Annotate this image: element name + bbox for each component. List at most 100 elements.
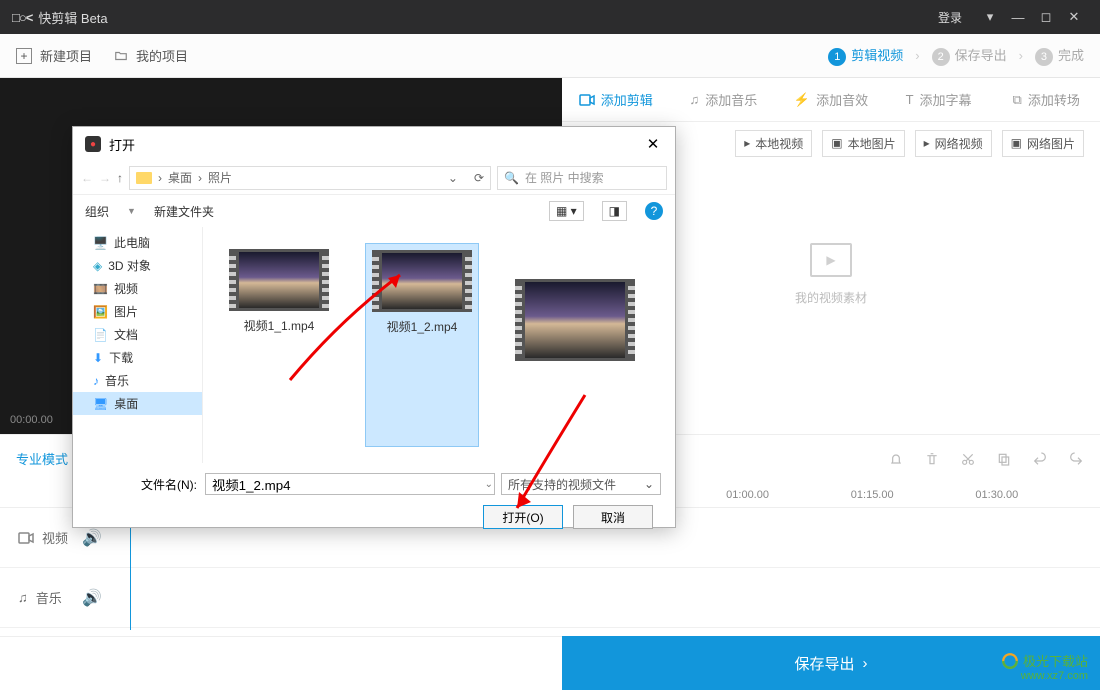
close-icon[interactable]: ✕ bbox=[1060, 7, 1088, 27]
chevron-down-icon[interactable]: ⌄ bbox=[485, 479, 493, 490]
file-preview bbox=[509, 273, 641, 447]
file-name: 视频1_1.mp4 bbox=[244, 317, 315, 334]
cancel-button[interactable]: 取消 bbox=[573, 505, 653, 529]
pc-icon: 🖥️ bbox=[93, 236, 108, 250]
pro-mode-toggle[interactable]: 专业模式 bbox=[16, 449, 68, 468]
chevron-down-icon: ⌄ bbox=[644, 477, 654, 491]
bell-icon[interactable] bbox=[888, 451, 904, 467]
minimize-icon[interactable]: — bbox=[1004, 7, 1032, 27]
image-icon: ▣ bbox=[831, 136, 842, 150]
chevron-right-icon: › bbox=[158, 171, 162, 185]
track-music: ♫ 音乐 🔊 bbox=[0, 568, 1100, 628]
tab-add-transition[interactable]: ⧉添加转场 bbox=[992, 90, 1100, 109]
copy-icon[interactable] bbox=[996, 451, 1012, 467]
my-projects-button[interactable]: 我的项目 bbox=[114, 46, 188, 65]
play-icon: ▸ bbox=[924, 136, 930, 150]
tree-pictures[interactable]: 🖼️图片 bbox=[73, 300, 202, 323]
image-icon: 🖼️ bbox=[93, 305, 108, 319]
open-button[interactable]: 打开(O) bbox=[483, 505, 563, 529]
app-title: 快剪辑 Beta bbox=[38, 8, 107, 27]
help-icon[interactable]: ? bbox=[645, 202, 663, 220]
nav-forward-icon[interactable]: → bbox=[99, 171, 111, 185]
nav-up-icon[interactable]: ↑ bbox=[117, 171, 123, 185]
local-video-button[interactable]: ▸本地视频 bbox=[735, 130, 812, 157]
refresh-icon[interactable]: ⟳ bbox=[474, 171, 484, 185]
logo-icon bbox=[1001, 652, 1019, 670]
chevron-right-icon: › bbox=[863, 655, 868, 672]
step-edit[interactable]: 1剪辑视频 bbox=[828, 45, 903, 66]
tree-videos[interactable]: 🎞️视频 bbox=[73, 277, 202, 300]
file-item-selected[interactable]: 视频1_2.mp4 bbox=[365, 243, 479, 447]
tree-music[interactable]: ♪音乐 bbox=[73, 369, 202, 392]
track-music-body[interactable] bbox=[122, 568, 1100, 627]
folder-tree[interactable]: 🖥️此电脑 ◈3D 对象 🎞️视频 🖼️图片 📄文档 ⬇下载 ♪音乐 🖥桌面 bbox=[73, 227, 203, 463]
step-done[interactable]: 3完成 bbox=[1035, 45, 1084, 66]
sfx-icon: ⚡ bbox=[794, 92, 810, 108]
titlebar: □○< 快剪辑 Beta 登录 ▾ — ◻ ✕ bbox=[0, 0, 1100, 34]
watermark: 极光下载站 www.xz7.com bbox=[1001, 651, 1088, 682]
dialog-close-icon[interactable]: ✕ bbox=[643, 135, 663, 153]
text-icon: T bbox=[906, 92, 914, 107]
dialog-title: 打开 bbox=[109, 135, 135, 154]
plus-icon: + bbox=[16, 48, 32, 64]
new-folder-button[interactable]: 新建文件夹 bbox=[154, 203, 214, 220]
chevron-right-icon: › bbox=[1019, 48, 1023, 63]
tree-desktop[interactable]: 🖥桌面 bbox=[73, 392, 202, 415]
search-input[interactable]: 🔍 在 照片 中搜索 bbox=[497, 166, 667, 190]
placeholder-text: 我的视频素材 bbox=[795, 289, 867, 306]
music-icon: ♫ bbox=[18, 590, 28, 605]
redo-icon[interactable] bbox=[1068, 451, 1084, 467]
net-image-button[interactable]: ▣网络图片 bbox=[1002, 130, 1084, 157]
chevron-right-icon: › bbox=[915, 48, 919, 63]
app-icon: ● bbox=[85, 136, 101, 152]
track-music-label: ♫ 音乐 bbox=[0, 588, 82, 607]
trash-icon[interactable] bbox=[924, 451, 940, 467]
music-icon: ♪ bbox=[93, 374, 99, 388]
app-logo: □○< 快剪辑 Beta bbox=[12, 8, 108, 27]
track-video-label: 视频 bbox=[0, 528, 82, 547]
camera-icon bbox=[18, 532, 34, 544]
step-export[interactable]: 2保存导出 bbox=[932, 45, 1007, 66]
nav-back-icon[interactable]: ← bbox=[81, 171, 93, 185]
video-thumbnail bbox=[372, 250, 472, 312]
login-button[interactable]: 登录 bbox=[938, 9, 962, 26]
tab-add-music[interactable]: ♫添加音乐 bbox=[670, 90, 778, 109]
file-open-dialog: ● 打开 ✕ ← → ↑ › 桌面 › 照片 ⌄ ⟳ 🔍 在 照片 中搜索 组织… bbox=[72, 126, 676, 528]
view-mode-button[interactable]: ▦ ▾ bbox=[549, 201, 584, 221]
local-image-button[interactable]: ▣本地图片 bbox=[822, 130, 904, 157]
preview-pane-button[interactable]: ◨ bbox=[602, 201, 627, 221]
file-item[interactable]: 视频1_1.mp4 bbox=[223, 243, 335, 447]
folder-icon bbox=[136, 172, 152, 184]
tab-add-clip[interactable]: 添加剪辑 bbox=[562, 90, 670, 109]
desktop-icon: 🖥 bbox=[93, 397, 108, 411]
music-icon: ♫ bbox=[690, 92, 700, 107]
mute-music-button[interactable]: 🔊 bbox=[82, 588, 122, 608]
filename-input[interactable] bbox=[205, 473, 495, 495]
steps: 1剪辑视频 › 2保存导出 › 3完成 bbox=[828, 45, 1084, 66]
cut-icon[interactable] bbox=[960, 451, 976, 467]
video-thumbnail bbox=[515, 279, 635, 361]
chevron-down-icon[interactable]: ⌄ bbox=[448, 171, 458, 185]
tree-documents[interactable]: 📄文档 bbox=[73, 323, 202, 346]
dropdown-icon[interactable]: ▾ bbox=[976, 7, 1004, 27]
file-name: 视频1_2.mp4 bbox=[387, 318, 458, 335]
net-video-button[interactable]: ▸网络视频 bbox=[915, 130, 992, 157]
address-bar[interactable]: › 桌面 › 照片 ⌄ ⟳ bbox=[129, 166, 491, 190]
undo-icon[interactable] bbox=[1032, 451, 1048, 467]
cube-icon: ◈ bbox=[93, 259, 102, 273]
file-type-select[interactable]: 所有支持的视频文件⌄ bbox=[501, 473, 661, 495]
organize-menu[interactable]: 组织 bbox=[85, 203, 109, 220]
tab-add-subtitle[interactable]: T添加字幕 bbox=[885, 90, 993, 109]
new-project-button[interactable]: + 新建项目 bbox=[16, 46, 92, 65]
video-thumbnail bbox=[229, 249, 329, 311]
filename-label: 文件名(N): bbox=[87, 476, 197, 493]
tab-add-sfx[interactable]: ⚡添加音效 bbox=[777, 90, 885, 109]
camera-icon bbox=[579, 94, 595, 106]
document-icon: 📄 bbox=[93, 328, 108, 342]
maximize-icon[interactable]: ◻ bbox=[1032, 7, 1060, 27]
tree-this-pc[interactable]: 🖥️此电脑 bbox=[73, 231, 202, 254]
tree-downloads[interactable]: ⬇下载 bbox=[73, 346, 202, 369]
tree-3d-objects[interactable]: ◈3D 对象 bbox=[73, 254, 202, 277]
download-icon: ⬇ bbox=[93, 351, 103, 365]
file-list[interactable]: 视频1_1.mp4 视频1_2.mp4 bbox=[203, 227, 675, 463]
